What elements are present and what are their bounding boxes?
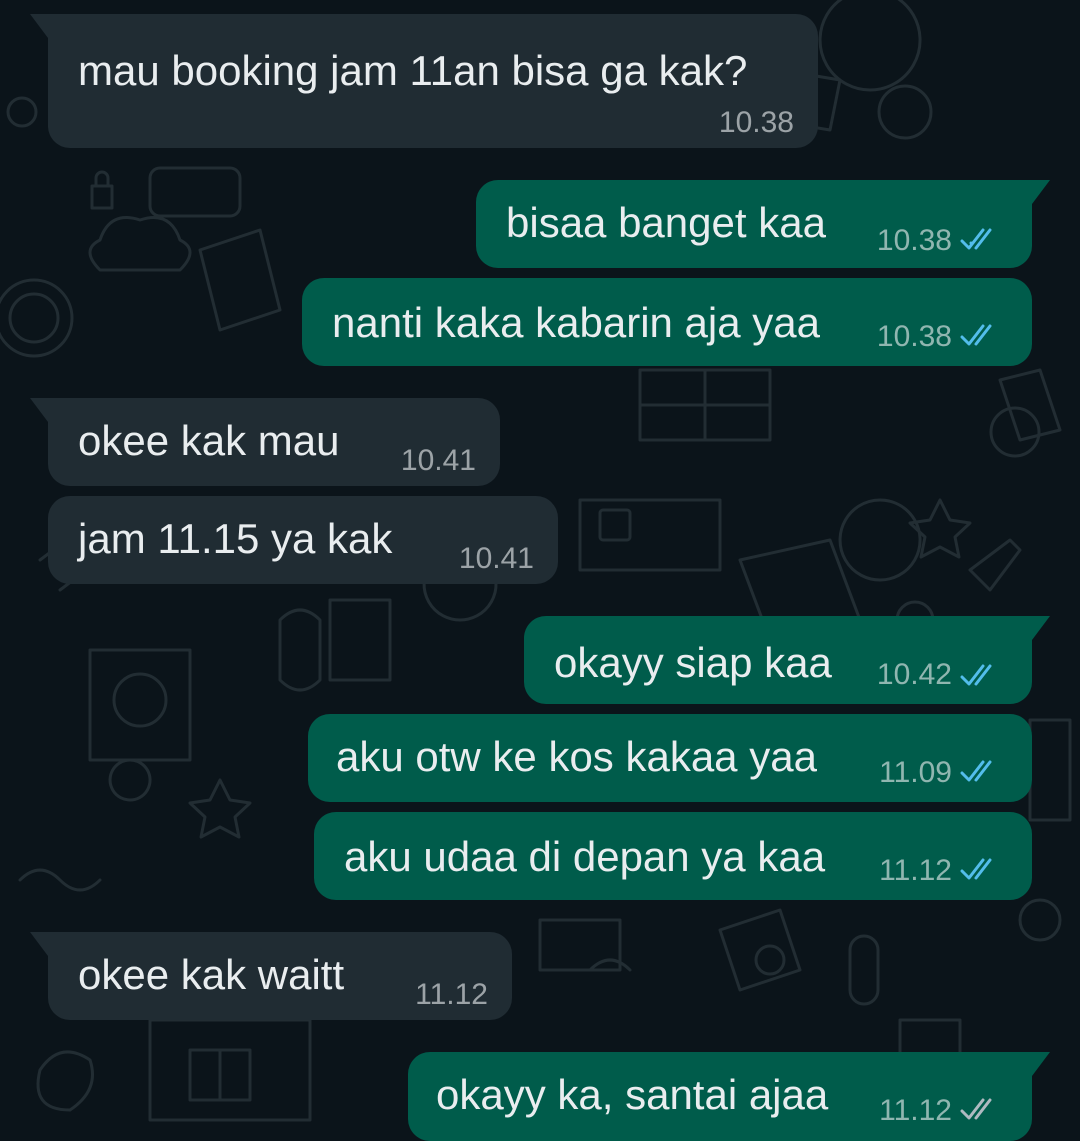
message-time: 10.38 xyxy=(876,320,952,353)
message-text: okayy siap kaa xyxy=(554,639,832,686)
message-outgoing[interactable]: okayy siap kaa 10.42 xyxy=(524,616,1050,704)
double-check-icon xyxy=(960,1098,992,1120)
bubble-tail xyxy=(1032,616,1050,640)
message-text: aku otw ke kos kakaa yaa xyxy=(336,733,817,780)
bubble-tail xyxy=(30,398,48,422)
message-outgoing[interactable]: aku udaa di depan ya kaa 11.12 xyxy=(314,812,1032,900)
chat-area[interactable]: mau booking jam 11an bisa ga kak? 10.38 … xyxy=(0,0,1080,1141)
double-check-icon xyxy=(960,324,992,346)
double-check-icon xyxy=(960,858,992,880)
message-text: jam 11.15 ya kak xyxy=(78,515,393,562)
message-incoming[interactable]: okee kak waitt 11.12 xyxy=(30,932,512,1020)
bubble-tail xyxy=(30,14,48,38)
message-text: okee kak waitt xyxy=(78,951,345,998)
message-text: nanti kaka kabarin aja yaa xyxy=(332,299,820,346)
message-incoming[interactable]: mau booking jam 11an bisa ga kak? 10.38 xyxy=(30,14,818,148)
message-time: 11.12 xyxy=(415,978,488,1011)
message-text: bisaa banget kaa xyxy=(506,199,826,246)
message-outgoing[interactable]: bisaa banget kaa 10.38 xyxy=(476,180,1050,268)
message-outgoing[interactable]: okayy ka, santai ajaa 11.12 xyxy=(408,1052,1050,1141)
double-check-icon xyxy=(960,228,992,250)
bubble-tail xyxy=(1032,1052,1050,1076)
message-time: 10.38 xyxy=(718,106,794,139)
bubble-tail xyxy=(30,932,48,956)
message-time: 10.38 xyxy=(876,224,952,257)
message-text: mau booking jam 11an bisa ga kak? xyxy=(78,47,748,94)
double-check-icon xyxy=(960,760,992,782)
message-incoming[interactable]: jam 11.15 ya kak 10.41 xyxy=(48,496,558,584)
bubble-tail xyxy=(1032,180,1050,204)
message-outgoing[interactable]: aku otw ke kos kakaa yaa 11.09 xyxy=(308,714,1032,802)
message-time: 10.41 xyxy=(400,444,476,477)
double-check-icon xyxy=(960,664,992,686)
message-time: 11.09 xyxy=(879,756,952,789)
message-text: okayy ka, santai ajaa xyxy=(436,1071,829,1118)
message-text: okee kak mau xyxy=(78,417,340,464)
message-outgoing[interactable]: nanti kaka kabarin aja yaa 10.38 xyxy=(302,278,1032,366)
message-text: aku udaa di depan ya kaa xyxy=(344,833,826,880)
message-time: 10.41 xyxy=(458,542,534,575)
message-incoming[interactable]: okee kak mau 10.41 xyxy=(30,398,500,486)
message-time: 11.12 xyxy=(879,1094,952,1127)
message-time: 11.12 xyxy=(879,854,952,887)
message-time: 10.42 xyxy=(876,658,952,691)
